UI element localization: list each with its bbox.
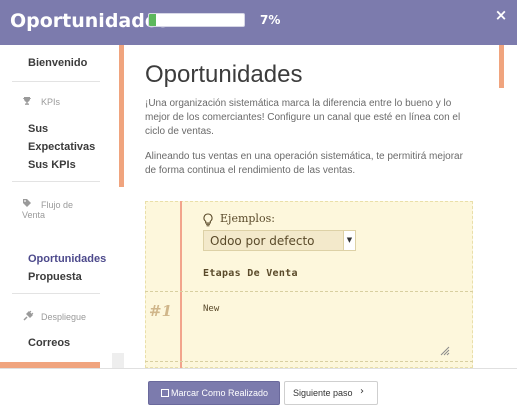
intro-paragraph: ¡Una organización sistemática marca la d… [145,98,461,137]
sidebar-item-bienvenido[interactable]: Bienvenido [28,54,87,72]
progress-text: 7% [260,13,281,27]
mark-done-button[interactable]: Marcar Como Realizado [148,381,280,405]
sidebar-item-propuesta[interactable]: Propuesta [28,268,82,286]
main-scroll-accent [499,45,504,88]
examples-label: Ejemplos: [220,212,275,225]
lightbulb-icon [203,213,213,227]
close-icon[interactable]: × [493,6,509,24]
sidebar-divider [12,181,100,182]
example-card [145,201,473,368]
sidebar-divider [12,81,100,82]
resize-handle-icon[interactable] [440,346,450,356]
stage-input[interactable]: New [203,303,219,315]
card-divider [145,291,473,292]
next-step-button[interactable]: Siguiente paso › [284,381,378,405]
progress-bar [148,13,245,27]
stages-heading: Etapas De Venta [203,268,298,279]
main-scrollbar[interactable] [505,45,517,368]
tour-header: Oportunidades 7% × [0,0,517,45]
sidebar-item-oportunidades[interactable]: Oportunidades [28,250,106,268]
description-paragraph: Alineando tus ventas en una operación si… [145,151,463,176]
tag-icon [23,199,31,207]
sidebar-scrollbar[interactable] [112,353,124,368]
card-divider [145,361,473,362]
example-select[interactable]: Odoo por defecto ▼ [203,230,356,251]
sidebar-item-sus-expectativas-line1[interactable]: Sus [28,120,48,138]
sidebar-section-flujo-line2: Venta [22,210,46,220]
stage-number: #1 [149,302,173,320]
next-step-label: Siguiente paso [293,388,353,398]
sidebar-section-kpis: KPIs [41,97,61,107]
mark-done-label: Marcar Como Realizado [171,388,269,398]
header-title: Oportunidades [10,10,170,32]
card-margin-line [180,201,182,368]
progress-fill [149,14,156,26]
chevron-down-icon[interactable]: ▼ [343,231,355,250]
sidebar-item-sus-kpis[interactable]: Sus KPIs [28,156,76,174]
example-select-value: Odoo por defecto [210,234,315,248]
sidebar-section-despliegue: Despliegue [41,312,87,322]
page-title: Oportunidades [145,61,303,88]
checkbox-icon [161,389,169,397]
sidebar-item-sus-expectativas-line2[interactable]: Expectativas [28,138,95,156]
sidebar-item-correos[interactable]: Correos [28,334,70,352]
plug-icon [23,310,34,321]
sidebar-divider [12,293,100,294]
sidebar-section-flujo-line1: Flujo de [41,200,74,210]
trophy-icon [23,97,31,105]
chevron-right-icon: › [360,386,364,397]
